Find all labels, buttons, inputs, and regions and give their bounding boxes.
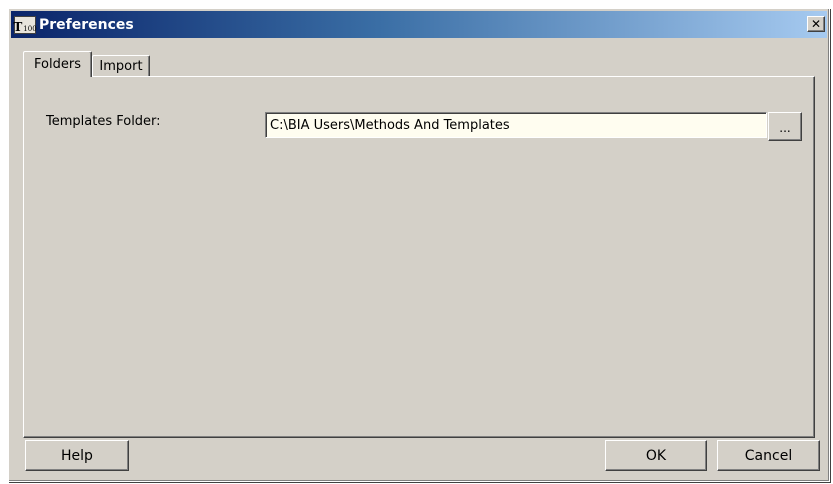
folders-tab-panel: Templates Folder: ... [23,76,815,438]
preferences-dialog: T 100 Preferences ✕ Folders Import Templa… [8,8,830,482]
app-icon: T 100 [13,15,37,34]
tab-folders-label: Folders [34,57,81,72]
browse-folder-button[interactable]: ... [768,112,802,141]
tab-folders[interactable]: Folders [23,51,92,77]
window-title: Preferences [39,16,134,33]
tab-import-label: Import [99,59,143,74]
ok-button[interactable]: OK [605,440,707,471]
close-button[interactable]: ✕ [807,16,825,32]
templates-folder-input[interactable] [265,112,767,138]
cancel-button[interactable]: Cancel [717,440,820,471]
templates-folder-label: Templates Folder: [46,114,161,129]
close-icon: ✕ [810,17,822,31]
title-bar[interactable]: T 100 Preferences ✕ [11,11,827,38]
tab-import[interactable]: Import [92,55,150,77]
help-button[interactable]: Help [25,440,129,471]
ellipsis-icon: ... [779,121,791,135]
